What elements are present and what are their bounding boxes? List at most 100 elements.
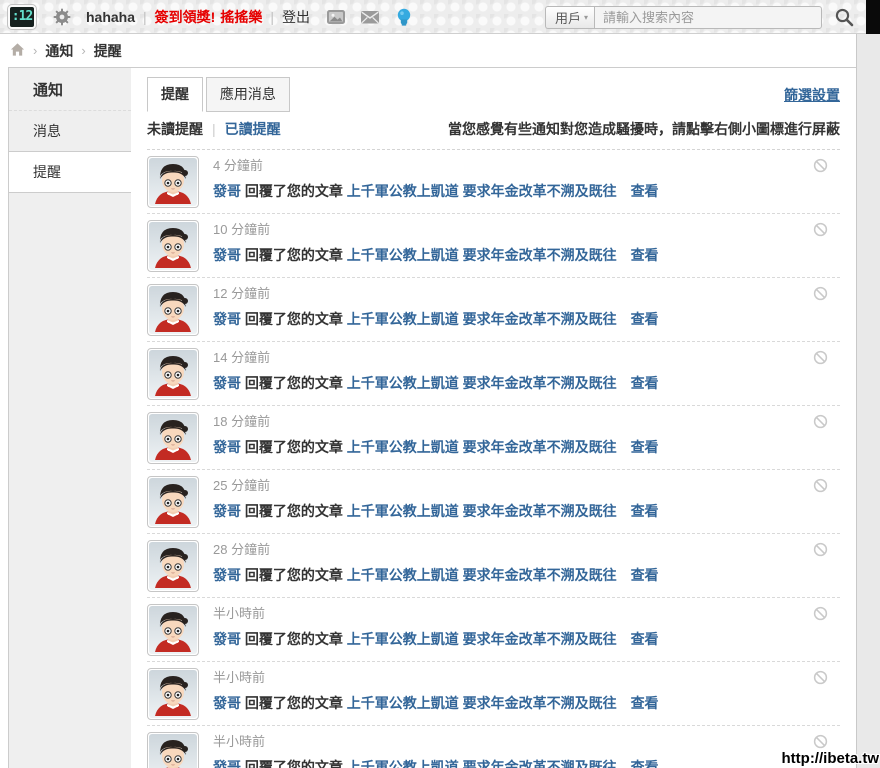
thread-title-link[interactable]: 上千軍公教上凱道 要求年金改革不溯及既往 [347,375,617,391]
notification-message: 發哥 回覆了您的文章 上千軍公教上凱道 要求年金改革不溯及既往 查看 [213,566,659,585]
notification-message: 發哥 回覆了您的文章 上千軍公教上凱道 要求年金改革不溯及既往 查看 [213,694,659,713]
block-icon[interactable] [813,478,828,493]
avatar[interactable] [147,732,199,768]
notification-row: 半小時前 發哥 回覆了您的文章 上千軍公教上凱道 要求年金改革不溯及既往 查看 [147,662,840,726]
block-hint-text: 當您感覺有些通知對您造成騷擾時，請點擊右側小圖標進行屏蔽 [448,119,840,139]
user-link[interactable]: 發哥 [213,247,241,263]
avatar[interactable] [147,668,199,720]
avatar-boy-icon [149,478,197,526]
watermark: http://ibeta.tw [782,750,880,767]
notification-time: 12 分鐘前 [213,285,659,303]
view-link[interactable]: 查看 [631,311,659,327]
avatar[interactable] [147,348,199,400]
breadcrumb-notice[interactable]: 通知 [45,41,73,61]
notification-message: 發哥 回覆了您的文章 上千軍公教上凱道 要求年金改革不溯及既往 查看 [213,758,659,768]
thread-title-link[interactable]: 上千軍公教上凱道 要求年金改革不溯及既往 [347,631,617,647]
logout-link[interactable]: 登出 [282,7,310,27]
subtab-read[interactable]: 已讀提醒 [225,119,281,139]
search-scope-label: 用戶 [555,8,581,27]
avatar[interactable] [147,540,199,592]
breadcrumb-reminder[interactable]: 提醒 [94,41,122,61]
settings-gear-icon[interactable] [52,7,72,27]
thread-title-link[interactable]: 上千軍公教上凱道 要求年金改革不溯及既往 [347,183,617,199]
view-link[interactable]: 查看 [631,375,659,391]
notification-time: 4 分鐘前 [213,157,659,175]
thread-title-link[interactable]: 上千軍公教上凱道 要求年金改革不溯及既往 [347,567,617,583]
view-link[interactable]: 查看 [631,503,659,519]
block-icon[interactable] [813,734,828,749]
avatar[interactable] [147,220,199,272]
view-link[interactable]: 查看 [631,439,659,455]
subtab-unread[interactable]: 未讀提醒 [147,119,203,139]
avatar[interactable] [147,476,199,528]
thread-title-link[interactable]: 上千軍公教上凱道 要求年金改革不溯及既往 [347,759,617,768]
view-link[interactable]: 查看 [631,567,659,583]
user-link[interactable]: 發哥 [213,375,241,391]
notification-message: 發哥 回覆了您的文章 上千軍公教上凱道 要求年金改革不溯及既往 查看 [213,502,659,521]
view-link[interactable]: 查看 [631,247,659,263]
notification-message: 發哥 回覆了您的文章 上千軍公教上凱道 要求年金改革不溯及既往 查看 [213,630,659,649]
thread-title-link[interactable]: 上千軍公教上凱道 要求年金改革不溯及既往 [347,311,617,327]
thread-title-link[interactable]: 上千軍公教上凱道 要求年金改革不溯及既往 [347,439,617,455]
notification-time: 半小時前 [213,605,659,623]
search-input[interactable] [594,6,822,29]
main-panel: 提醒 應用消息 篩選設置 未讀提醒 | 已讀提醒 當您感覺有些通知對您造成騷擾時… [131,67,856,768]
lightbulb-icon[interactable] [394,7,414,27]
tab-app-messages[interactable]: 應用消息 [206,77,290,112]
avatar-boy-icon [149,286,197,334]
thread-title-link[interactable]: 上千軍公教上凱道 要求年金改革不溯及既往 [347,503,617,519]
user-link[interactable]: 發哥 [213,759,241,768]
checkin-link[interactable]: 簽到領獎! [155,7,216,27]
view-link[interactable]: 查看 [631,759,659,768]
block-icon[interactable] [813,414,828,429]
thread-title-link[interactable]: 上千軍公教上凱道 要求年金改革不溯及既往 [347,695,617,711]
search-scope-dropdown[interactable]: 用戶 ▾ [545,6,594,29]
sidebar-item-reminders[interactable]: 提醒 [9,151,131,193]
avatar-boy-icon [149,670,197,718]
avatar[interactable] [147,604,199,656]
site-logo[interactable]: :12 [8,5,36,29]
block-icon[interactable] [813,670,828,685]
block-icon[interactable] [813,350,828,365]
tab-bar: 提醒 應用消息 篩選設置 [147,77,840,107]
image-icon[interactable] [326,7,346,27]
action-text: 回覆了您的文章 [245,567,343,583]
page-container: › 通知 › 提醒 通知 消息 提醒 提醒 應用消息 篩選設置 未讀提醒 | 已… [0,34,857,768]
home-icon[interactable] [10,42,25,57]
block-icon[interactable] [813,158,828,173]
view-link[interactable]: 查看 [631,183,659,199]
user-link[interactable]: 發哥 [213,631,241,647]
mail-icon[interactable] [360,7,380,27]
notification-time: 14 分鐘前 [213,349,659,367]
notification-row: 半小時前 發哥 回覆了您的文章 上千軍公教上凱道 要求年金改革不溯及既往 查看 [147,598,840,662]
avatar[interactable] [147,284,199,336]
user-link[interactable]: 發哥 [213,567,241,583]
user-link[interactable]: 發哥 [213,503,241,519]
filter-settings-link[interactable]: 篩選設置 [784,85,840,105]
window-edge [866,0,880,34]
shake-link[interactable]: 搖搖樂 [220,7,262,27]
tab-reminders[interactable]: 提醒 [147,77,203,112]
action-text: 回覆了您的文章 [245,311,343,327]
user-link[interactable]: 發哥 [213,183,241,199]
notification-message: 發哥 回覆了您的文章 上千軍公教上凱道 要求年金改革不溯及既往 查看 [213,246,659,265]
avatar[interactable] [147,412,199,464]
divider: | [270,9,274,25]
sub-tab-bar: 未讀提醒 | 已讀提醒 當您感覺有些通知對您造成騷擾時，請點擊右側小圖標進行屏蔽 [147,119,840,150]
search-icon[interactable] [834,7,854,27]
thread-title-link[interactable]: 上千軍公教上凱道 要求年金改革不溯及既往 [347,247,617,263]
block-icon[interactable] [813,606,828,621]
user-link[interactable]: 發哥 [213,439,241,455]
user-link[interactable]: 發哥 [213,695,241,711]
notification-time: 10 分鐘前 [213,221,659,239]
block-icon[interactable] [813,286,828,301]
notification-row: 28 分鐘前 發哥 回覆了您的文章 上千軍公教上凱道 要求年金改革不溯及既往 查… [147,534,840,598]
view-link[interactable]: 查看 [631,695,659,711]
username[interactable]: hahaha [86,9,135,25]
block-icon[interactable] [813,542,828,557]
user-link[interactable]: 發哥 [213,311,241,327]
avatar[interactable] [147,156,199,208]
block-icon[interactable] [813,222,828,237]
view-link[interactable]: 查看 [631,631,659,647]
sidebar-item-messages[interactable]: 消息 [9,111,131,151]
